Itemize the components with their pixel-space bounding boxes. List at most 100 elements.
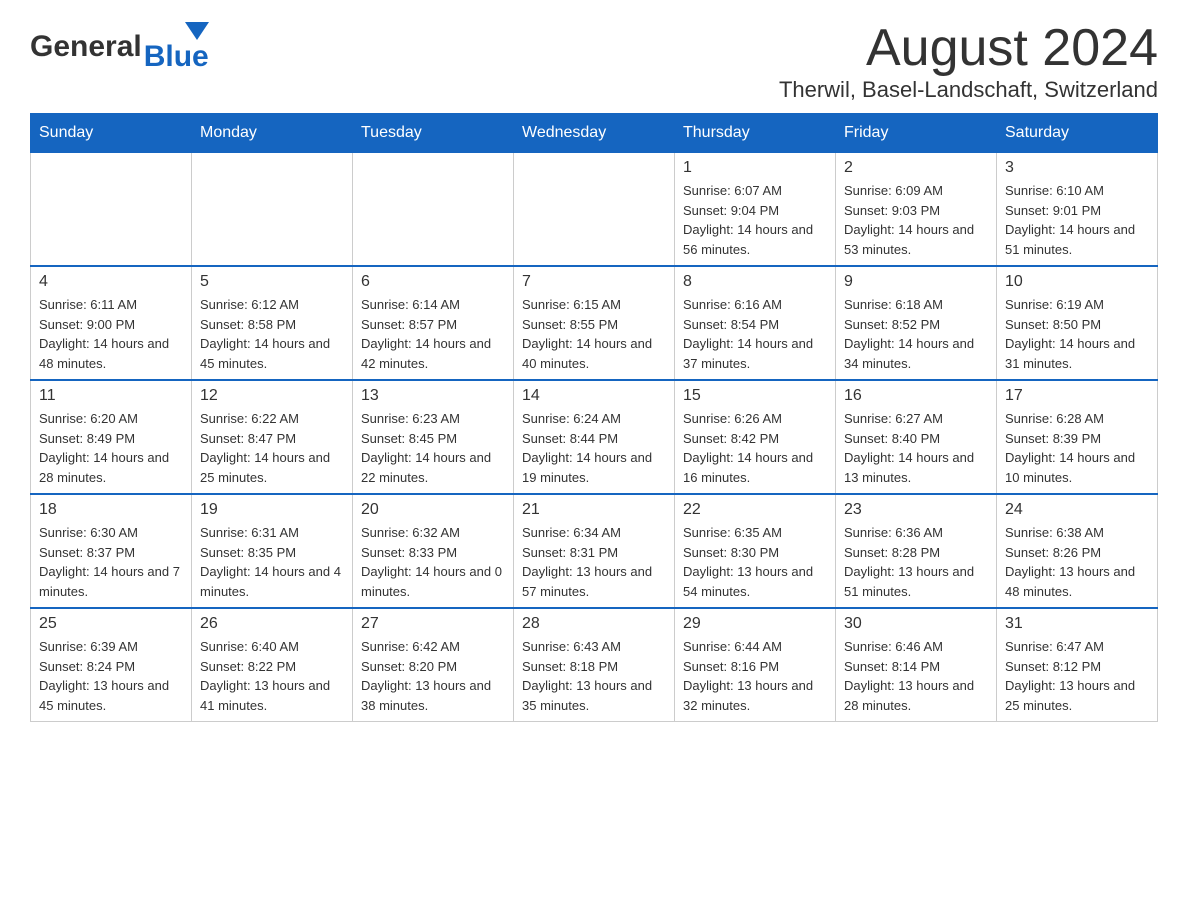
col-saturday: Saturday — [997, 114, 1158, 153]
day-number: 12 — [200, 387, 344, 405]
calendar-cell: 11 Sunrise: 6:20 AMSunset: 8:49 PMDayligh… — [31, 380, 192, 494]
calendar-cell: 15 Sunrise: 6:26 AMSunset: 8:42 PMDayligh… — [675, 380, 836, 494]
calendar-cell: 19 Sunrise: 6:31 AMSunset: 8:35 PMDayligh… — [192, 494, 353, 608]
day-number: 4 — [39, 273, 183, 291]
day-number: 28 — [522, 615, 666, 633]
col-thursday: Thursday — [675, 114, 836, 153]
day-info: Sunrise: 6:36 AMSunset: 8:28 PMDaylight:… — [844, 523, 988, 601]
day-number: 9 — [844, 273, 988, 291]
calendar-cell: 10 Sunrise: 6:19 AMSunset: 8:50 PMDayligh… — [997, 266, 1158, 380]
calendar-cell: 25 Sunrise: 6:39 AMSunset: 8:24 PMDayligh… — [31, 608, 192, 722]
calendar-cell: 24 Sunrise: 6:38 AMSunset: 8:26 PMDayligh… — [997, 494, 1158, 608]
day-number: 1 — [683, 159, 827, 177]
calendar-header-row: Sunday Monday Tuesday Wednesday Thursday… — [31, 114, 1158, 153]
day-info: Sunrise: 6:07 AMSunset: 9:04 PMDaylight:… — [683, 181, 827, 259]
calendar-cell: 6Sunrise: 6:14 AMSunset: 8:57 PMDaylight… — [353, 266, 514, 380]
logo-general-text: General — [30, 30, 142, 64]
col-wednesday: Wednesday — [514, 114, 675, 153]
day-number: 25 — [39, 615, 183, 633]
logo-blue-text: Blue — [144, 40, 209, 74]
calendar-cell: 13 Sunrise: 6:23 AMSunset: 8:45 PMDayligh… — [353, 380, 514, 494]
day-number: 22 — [683, 501, 827, 519]
calendar-cell: 5Sunrise: 6:12 AMSunset: 8:58 PMDaylight… — [192, 266, 353, 380]
day-number: 3 — [1005, 159, 1149, 177]
day-number: 2 — [844, 159, 988, 177]
location-title: Therwil, Basel-Landschaft, Switzerland — [779, 77, 1158, 103]
day-number: 16 — [844, 387, 988, 405]
day-info: Sunrise: 6:18 AMSunset: 8:52 PMDaylight:… — [844, 295, 988, 373]
col-tuesday: Tuesday — [353, 114, 514, 153]
col-friday: Friday — [836, 114, 997, 153]
calendar-cell: 31 Sunrise: 6:47 AMSunset: 8:12 PMDayligh… — [997, 608, 1158, 722]
calendar-cell: 14 Sunrise: 6:24 AMSunset: 8:44 PMDayligh… — [514, 380, 675, 494]
calendar-cell — [353, 153, 514, 267]
day-info: Sunrise: 6:40 AMSunset: 8:22 PMDaylight:… — [200, 637, 344, 715]
day-info: Sunrise: 6:23 AMSunset: 8:45 PMDaylight:… — [361, 409, 505, 487]
day-info: Sunrise: 6:10 AMSunset: 9:01 PMDaylight:… — [1005, 181, 1149, 259]
month-title: August 2024 — [779, 20, 1158, 77]
calendar-cell: 29Sunrise: 6:44 AMSunset: 8:16 PMDayligh… — [675, 608, 836, 722]
day-number: 30 — [844, 615, 988, 633]
calendar-row-1: 4 Sunrise: 6:11 AMSunset: 9:00 PMDaylight… — [31, 266, 1158, 380]
day-number: 15 — [683, 387, 827, 405]
day-info: Sunrise: 6:30 AMSunset: 8:37 PMDaylight:… — [39, 523, 183, 601]
day-number: 10 — [1005, 273, 1149, 291]
day-info: Sunrise: 6:09 AMSunset: 9:03 PMDaylight:… — [844, 181, 988, 259]
col-monday: Monday — [192, 114, 353, 153]
day-info: Sunrise: 6:38 AMSunset: 8:26 PMDaylight:… — [1005, 523, 1149, 601]
calendar-cell: 22 Sunrise: 6:35 AMSunset: 8:30 PMDayligh… — [675, 494, 836, 608]
calendar-cell: 28 Sunrise: 6:43 AMSunset: 8:18 PMDayligh… — [514, 608, 675, 722]
day-info: Sunrise: 6:32 AMSunset: 8:33 PMDaylight:… — [361, 523, 505, 601]
calendar-cell: 23 Sunrise: 6:36 AMSunset: 8:28 PMDayligh… — [836, 494, 997, 608]
logo: General Blue — [30, 20, 209, 74]
day-number: 26 — [200, 615, 344, 633]
calendar-cell: 20Sunrise: 6:32 AMSunset: 8:33 PMDayligh… — [353, 494, 514, 608]
day-number: 19 — [200, 501, 344, 519]
day-number: 21 — [522, 501, 666, 519]
day-info: Sunrise: 6:31 AMSunset: 8:35 PMDaylight:… — [200, 523, 344, 601]
calendar-cell: 7Sunrise: 6:15 AMSunset: 8:55 PMDaylight… — [514, 266, 675, 380]
calendar-cell: 27 Sunrise: 6:42 AMSunset: 8:20 PMDayligh… — [353, 608, 514, 722]
day-number: 14 — [522, 387, 666, 405]
day-info: Sunrise: 6:26 AMSunset: 8:42 PMDaylight:… — [683, 409, 827, 487]
day-info: Sunrise: 6:24 AMSunset: 8:44 PMDaylight:… — [522, 409, 666, 487]
calendar-table: Sunday Monday Tuesday Wednesday Thursday… — [30, 113, 1158, 722]
calendar-row-3: 18 Sunrise: 6:30 AMSunset: 8:37 PMDayligh… — [31, 494, 1158, 608]
day-number: 11 — [39, 387, 183, 405]
title-area: August 2024 Therwil, Basel-Landschaft, S… — [779, 20, 1158, 103]
day-info: Sunrise: 6:16 AMSunset: 8:54 PMDaylight:… — [683, 295, 827, 373]
calendar-cell: 17Sunrise: 6:28 AMSunset: 8:39 PMDayligh… — [997, 380, 1158, 494]
day-info: Sunrise: 6:43 AMSunset: 8:18 PMDaylight:… — [522, 637, 666, 715]
calendar-cell — [514, 153, 675, 267]
calendar-cell: 4 Sunrise: 6:11 AMSunset: 9:00 PMDaylight… — [31, 266, 192, 380]
day-info: Sunrise: 6:35 AMSunset: 8:30 PMDaylight:… — [683, 523, 827, 601]
day-number: 18 — [39, 501, 183, 519]
day-info: Sunrise: 6:19 AMSunset: 8:50 PMDaylight:… — [1005, 295, 1149, 373]
day-number: 13 — [361, 387, 505, 405]
calendar-cell: 9 Sunrise: 6:18 AMSunset: 8:52 PMDaylight… — [836, 266, 997, 380]
day-number: 23 — [844, 501, 988, 519]
col-sunday: Sunday — [31, 114, 192, 153]
day-info: Sunrise: 6:27 AMSunset: 8:40 PMDaylight:… — [844, 409, 988, 487]
day-info: Sunrise: 6:34 AMSunset: 8:31 PMDaylight:… — [522, 523, 666, 601]
calendar-row-0: 1 Sunrise: 6:07 AMSunset: 9:04 PMDaylight… — [31, 153, 1158, 267]
calendar-cell: 26 Sunrise: 6:40 AMSunset: 8:22 PMDayligh… — [192, 608, 353, 722]
day-info: Sunrise: 6:47 AMSunset: 8:12 PMDaylight:… — [1005, 637, 1149, 715]
calendar-cell — [31, 153, 192, 267]
calendar-cell: 3 Sunrise: 6:10 AMSunset: 9:01 PMDaylight… — [997, 153, 1158, 267]
day-info: Sunrise: 6:11 AMSunset: 9:00 PMDaylight:… — [39, 295, 183, 373]
calendar-row-4: 25 Sunrise: 6:39 AMSunset: 8:24 PMDayligh… — [31, 608, 1158, 722]
day-info: Sunrise: 6:42 AMSunset: 8:20 PMDaylight:… — [361, 637, 505, 715]
day-info: Sunrise: 6:39 AMSunset: 8:24 PMDaylight:… — [39, 637, 183, 715]
calendar-cell: 30Sunrise: 6:46 AMSunset: 8:14 PMDayligh… — [836, 608, 997, 722]
day-number: 24 — [1005, 501, 1149, 519]
day-number: 31 — [1005, 615, 1149, 633]
day-info: Sunrise: 6:44 AMSunset: 8:16 PMDaylight:… — [683, 637, 827, 715]
day-info: Sunrise: 6:20 AMSunset: 8:49 PMDaylight:… — [39, 409, 183, 487]
day-number: 27 — [361, 615, 505, 633]
day-info: Sunrise: 6:12 AMSunset: 8:58 PMDaylight:… — [200, 295, 344, 373]
day-info: Sunrise: 6:22 AMSunset: 8:47 PMDaylight:… — [200, 409, 344, 487]
day-number: 7 — [522, 273, 666, 291]
calendar-row-2: 11 Sunrise: 6:20 AMSunset: 8:49 PMDayligh… — [31, 380, 1158, 494]
calendar-cell: 18 Sunrise: 6:30 AMSunset: 8:37 PMDayligh… — [31, 494, 192, 608]
